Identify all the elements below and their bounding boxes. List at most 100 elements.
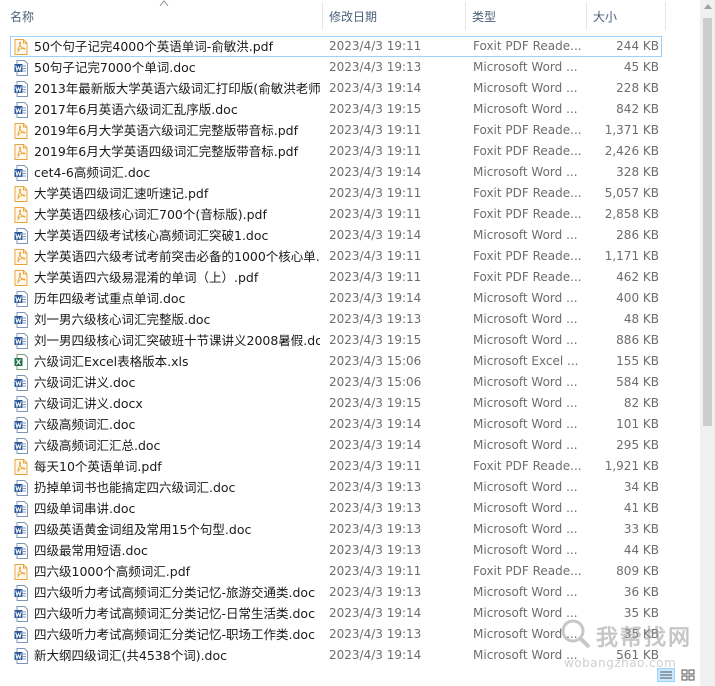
file-modified-date: 2023/4/3 19:11: [329, 564, 422, 578]
scrollbar-thumb[interactable]: [703, 18, 712, 426]
file-size: 45 KB: [623, 60, 659, 74]
magnifier-icon: [561, 619, 591, 649]
file-modified-date: 2023/4/3 19:14: [329, 291, 422, 305]
file-type: Foxit PDF Reade...: [473, 270, 582, 284]
file-row[interactable]: 2019年6月大学英语四级词汇完整版带音标.pdf 2023/4/3 19:11 F…: [0, 141, 698, 162]
file-row[interactable]: 四六级听力考试高频词汇分类记忆-旅游交通类.doc 2023/4/3 19:13 M…: [0, 582, 698, 603]
file-name: 六级高频词汇汇总.doc: [34, 438, 161, 453]
file-row[interactable]: 2019年6月大学英语六级词汇完整版带音标.pdf 2023/4/3 19:11 F…: [0, 120, 698, 141]
file-modified-date: 2023/4/3 19:13: [329, 501, 422, 515]
word-doc-icon: [14, 60, 28, 76]
file-type: Foxit PDF Reade...: [473, 144, 582, 158]
file-type: Microsoft Word ...: [473, 291, 578, 305]
file-row[interactable]: 扔掉单词书也能搞定四六级词汇.doc 2023/4/3 19:13 Microsof…: [0, 477, 698, 498]
pdf-file-icon: [14, 144, 28, 160]
word-doc-icon: [14, 228, 28, 244]
file-size: 41 KB: [623, 501, 659, 515]
column-header-name[interactable]: 名称: [4, 0, 322, 32]
file-row[interactable]: 四级单词串讲.doc 2023/4/3 19:13 Microsoft Word .…: [0, 498, 698, 519]
file-row[interactable]: 50个句子记完4000个英语单词-俞敏洪.pdf 2023/4/3 19:11 Fo…: [10, 36, 662, 57]
file-size: 1,921 KB: [604, 459, 659, 473]
pdf-file-icon: [14, 186, 28, 202]
word-doc-icon: [14, 291, 28, 307]
file-type: Microsoft Excel ...: [473, 354, 579, 368]
word-doc-icon: [14, 648, 28, 664]
file-modified-date: 2023/4/3 19:13: [329, 543, 422, 557]
file-row[interactable]: 大学英语四级考试核心高频词汇突破1.doc 2023/4/3 19:14 Micro…: [0, 225, 698, 246]
file-row[interactable]: 六级词汇讲义.docx 2023/4/3 19:15 Microsoft Word …: [0, 393, 698, 414]
file-name: 2019年6月大学英语四级词汇完整版带音标.pdf: [34, 144, 299, 159]
file-name: 大学英语四级考试核心高频词汇突破1.doc: [34, 228, 269, 243]
file-size: 809 KB: [616, 564, 659, 578]
file-name: 大学英语四级核心词汇700个(音标版).pdf: [34, 207, 267, 222]
file-modified-date: 2023/4/3 15:06: [329, 354, 422, 368]
file-size: 286 KB: [616, 228, 659, 242]
file-size: 1,371 KB: [604, 123, 659, 137]
file-size: 228 KB: [616, 81, 659, 95]
file-size: 842 KB: [616, 102, 659, 116]
file-type: Microsoft Word ...: [473, 585, 578, 599]
file-name: 四级英语黄金词组及常用15个句型.doc: [34, 522, 252, 537]
file-name: 2019年6月大学英语六级词汇完整版带音标.pdf: [34, 123, 299, 138]
file-row[interactable]: 六级高频词汇汇总.doc 2023/4/3 19:14 Microsoft Word…: [0, 435, 698, 456]
vertical-scrollbar[interactable]: [700, 0, 715, 686]
file-row[interactable]: 四级最常用短语.doc 2023/4/3 19:13 Microsoft Word …: [0, 540, 698, 561]
file-name: 四六级听力考试高频词汇分类记忆-旅游交通类.doc: [34, 585, 315, 600]
file-name: 四级最常用短语.doc: [34, 543, 148, 558]
file-row[interactable]: 2017年6月英语六级词汇乱序版.doc 2023/4/3 19:15 Micros…: [0, 99, 698, 120]
file-modified-date: 2023/4/3 19:14: [329, 228, 422, 242]
file-row[interactable]: 四级英语黄金词组及常用15个句型.doc 2023/4/3 19:13 Micros…: [0, 519, 698, 540]
file-row[interactable]: 大学英语四六级考试考前突击必备的1000个核心单... 2023/4/3 19:1…: [0, 246, 698, 267]
file-name: 四级单词串讲.doc: [34, 501, 136, 516]
file-modified-date: 2023/4/3 19:15: [329, 396, 422, 410]
file-row[interactable]: 六级词汇讲义.doc 2023/4/3 15:06 Microsoft Word .…: [0, 372, 698, 393]
word-doc-icon: [14, 81, 28, 97]
scroll-up-arrow-icon[interactable]: [704, 4, 712, 9]
file-size: 1,171 KB: [604, 249, 659, 263]
file-row[interactable]: 50句子记完7000个单词.doc 2023/4/3 19:13 Microsoft…: [0, 57, 698, 78]
file-modified-date: 2023/4/3 19:13: [329, 480, 422, 494]
file-size: 5,057 KB: [604, 186, 659, 200]
file-size: 36 KB: [623, 585, 659, 599]
file-type: Foxit PDF Reade...: [473, 207, 582, 221]
file-name: 六级高频词汇.doc: [34, 417, 136, 432]
file-row[interactable]: 大学英语四六级易混淆的单词（上）.pdf 2023/4/3 19:11 Foxit …: [0, 267, 698, 288]
file-name: 2017年6月英语六级词汇乱序版.doc: [34, 102, 238, 117]
file-modified-date: 2023/4/3 19:11: [329, 207, 422, 221]
word-doc-icon: [14, 438, 28, 454]
file-row[interactable]: 2013年最新版大学英语六级词汇打印版(俞敏洪老师... 2023/4/3 19:…: [0, 78, 698, 99]
column-header-type[interactable]: 类型: [466, 0, 586, 32]
file-modified-date: 2023/4/3 19:15: [329, 102, 422, 116]
file-type: Microsoft Word ...: [473, 375, 578, 389]
file-size: 584 KB: [616, 375, 659, 389]
file-modified-date: 2023/4/3 19:11: [329, 186, 422, 200]
file-name: 四六级1000个高频词汇.pdf: [34, 564, 191, 579]
view-mode-buttons: [657, 668, 699, 684]
file-row[interactable]: cet4-6高频词汇.doc 2023/4/3 19:14 Microsoft Wo…: [0, 162, 698, 183]
column-header-size[interactable]: 大小: [587, 0, 665, 32]
file-row[interactable]: 刘一男六级核心词汇完整版.doc 2023/4/3 19:13 Microsoft …: [0, 309, 698, 330]
large-icons-view-icon[interactable]: [679, 668, 697, 682]
file-row[interactable]: 四六级1000个高频词汇.pdf 2023/4/3 19:11 Foxit PDF …: [0, 561, 698, 582]
file-type: Microsoft Word ...: [473, 312, 578, 326]
pdf-file-icon: [14, 459, 28, 475]
file-name: 50句子记完7000个单词.doc: [34, 60, 196, 75]
file-row[interactable]: 大学英语四级词汇速听速记.pdf 2023/4/3 19:11 Foxit PDF …: [0, 183, 698, 204]
word-doc-icon: [14, 480, 28, 496]
file-size: 48 KB: [623, 312, 659, 326]
file-row[interactable]: 刘一男四级核心词汇突破班十节课讲义2008暑假.doc 2023/4/3 19:1…: [0, 330, 698, 351]
file-row[interactable]: 每天10个英语单词.pdf 2023/4/3 19:11 Foxit PDF Rea…: [0, 456, 698, 477]
details-view-icon[interactable]: [657, 668, 675, 682]
column-divider[interactable]: [665, 2, 666, 30]
file-name: 50个句子记完4000个英语单词-俞敏洪.pdf: [34, 39, 273, 54]
file-row[interactable]: 大学英语四级核心词汇700个(音标版).pdf 2023/4/3 19:11 Fox…: [0, 204, 698, 225]
file-row[interactable]: 六级词汇Excel表格版本.xls 2023/4/3 15:06 Microsoft…: [0, 351, 698, 372]
pdf-file-icon: [14, 270, 28, 286]
column-header-date[interactable]: 修改日期: [323, 0, 465, 32]
file-row[interactable]: 历年四级考试重点单词.doc 2023/4/3 19:14 Microsoft Wo…: [0, 288, 698, 309]
file-modified-date: 2023/4/3 19:11: [329, 249, 422, 263]
file-size: 155 KB: [616, 354, 659, 368]
file-size: 82 KB: [623, 396, 659, 410]
file-type: Microsoft Word ...: [473, 165, 578, 179]
file-row[interactable]: 六级高频词汇.doc 2023/4/3 19:14 Microsoft Word .…: [0, 414, 698, 435]
